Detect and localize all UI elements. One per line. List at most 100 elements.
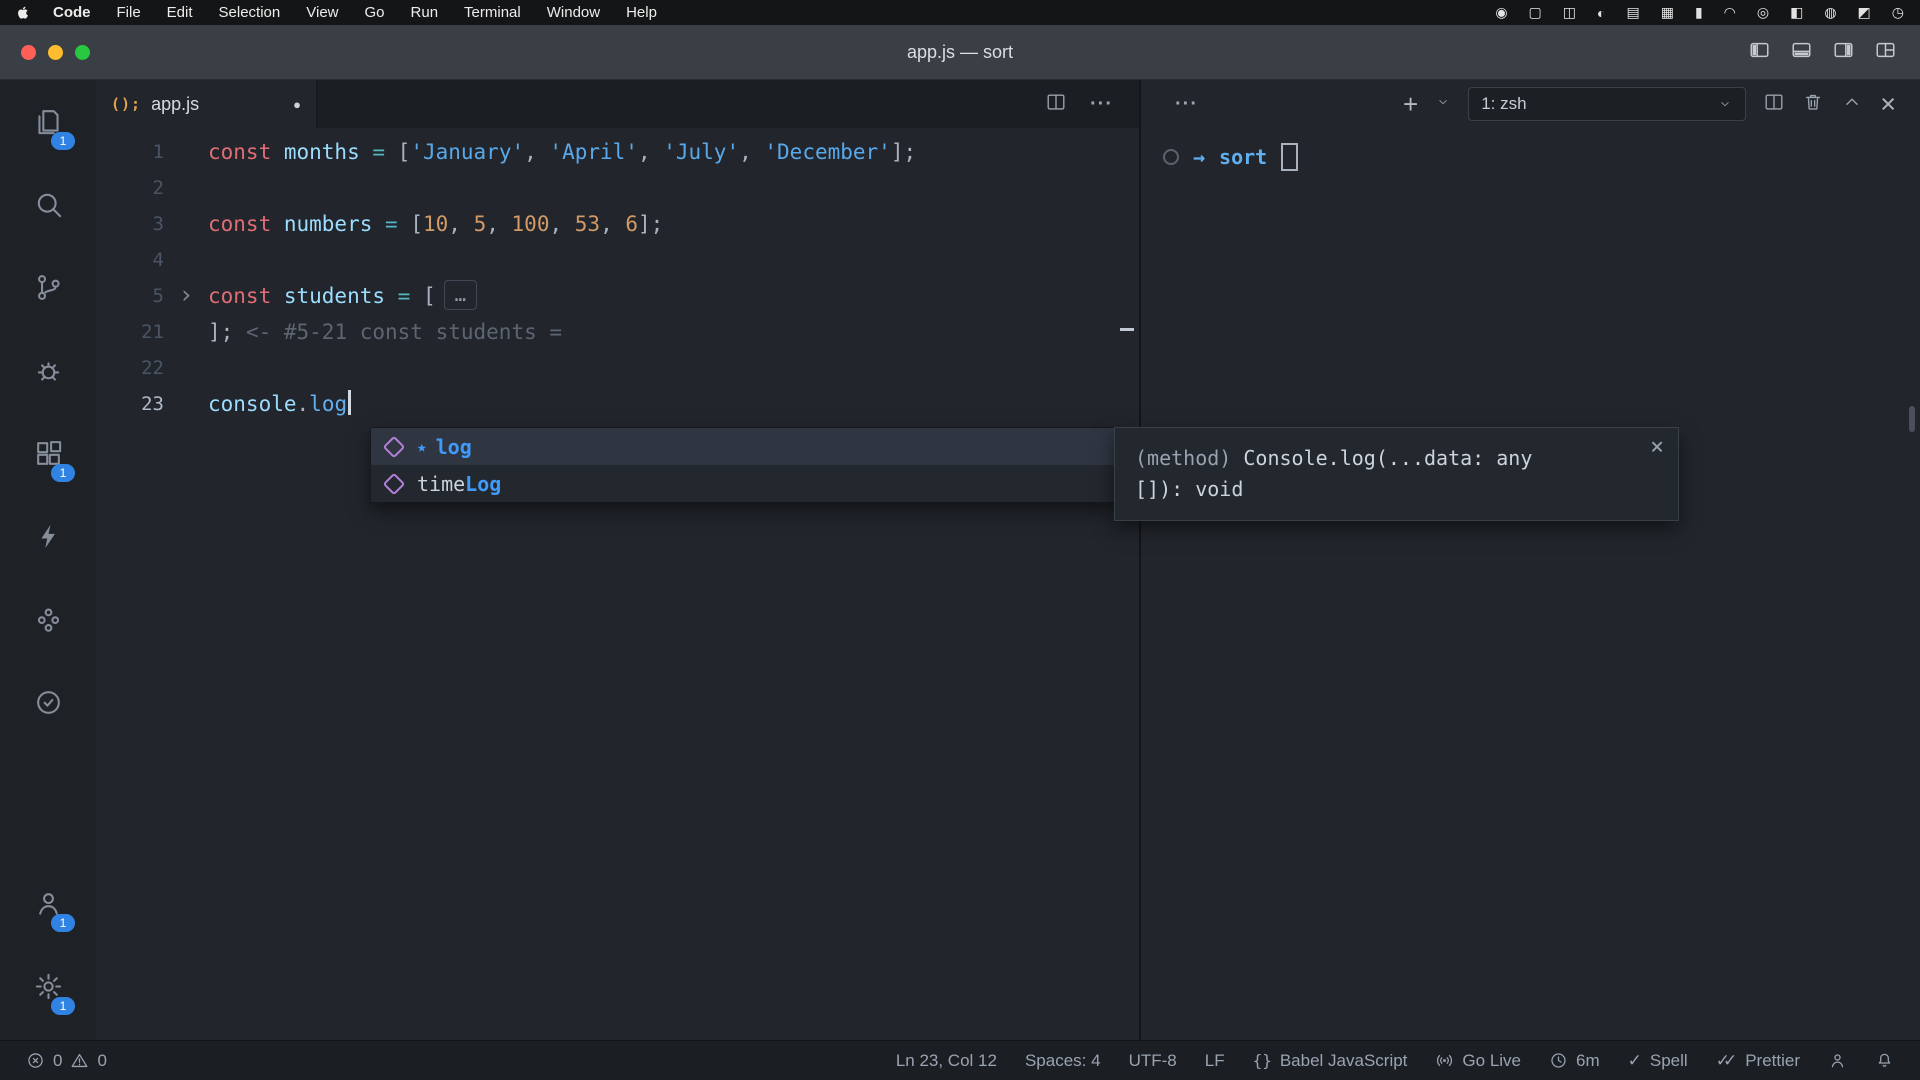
notifications[interactable] (1875, 1051, 1894, 1070)
menu-window[interactable]: Window (547, 4, 600, 21)
activity-explorer[interactable]: 1 (0, 80, 96, 163)
menu-file[interactable]: File (117, 4, 141, 21)
cursor-position[interactable]: Ln 23, Col 12 (896, 1051, 997, 1071)
menu-help[interactable]: Help (626, 4, 657, 21)
kill-terminal-icon[interactable] (1802, 91, 1824, 118)
control-center-icon[interactable]: ◧ (1790, 4, 1803, 21)
menu-terminal[interactable]: Terminal (464, 4, 521, 21)
editor[interactable]: 1const months = ['January', 'April', 'Ju… (96, 128, 1139, 1040)
code-text: ]; <- #5-21 const students = (208, 314, 1139, 350)
tab-appjs[interactable]: (); app.js ● (96, 80, 317, 128)
code-line-23[interactable]: 23console.log (96, 386, 1139, 422)
settings-badge: 1 (51, 997, 75, 1015)
suggest-details: × (method) Console.log(...data: any []):… (1114, 427, 1679, 521)
code-line-21[interactable]: 21]; <- #5-21 const students = (96, 314, 1139, 350)
activity-search[interactable] (0, 163, 96, 246)
folded-code-badge[interactable]: … (444, 280, 477, 310)
terminal-profile-label: 1: zsh (1481, 94, 1526, 114)
terminal-scrollbar[interactable] (1909, 406, 1915, 432)
suggest-item-timeLog[interactable]: timeLog (371, 465, 1115, 502)
activity-extensions[interactable]: 1 (0, 412, 96, 495)
eol-selector[interactable]: LF (1205, 1051, 1225, 1071)
prettier-status[interactable]: ✓✓ Prettier (1716, 1051, 1800, 1071)
suggest-label: log (436, 435, 472, 459)
suggest-list: ★logtimeLog (371, 428, 1115, 502)
activity-extension-b[interactable] (0, 661, 96, 744)
command-decoration-icon[interactable] (1163, 149, 1179, 165)
activity-source-control[interactable] (0, 246, 96, 329)
toggle-panel-icon[interactable] (1789, 39, 1814, 66)
stats-icon[interactable]: ◫ (1563, 4, 1576, 21)
activity-settings[interactable]: 1 (0, 945, 96, 1028)
activity-bar-bottom: 1 1 (0, 862, 96, 1040)
editor-scrollbar[interactable] (1117, 128, 1139, 1040)
toggle-secondary-sidebar-icon[interactable] (1831, 39, 1856, 66)
fold-gutter (164, 242, 208, 278)
display-icon[interactable]: ▢ (1529, 4, 1542, 21)
problems-status[interactable]: 0 0 (26, 1051, 107, 1071)
spell-checker[interactable]: ✓ Spell (1628, 1051, 1688, 1071)
fold-gutter (164, 206, 208, 242)
screen-mirroring-icon[interactable]: ◉ (1495, 4, 1507, 21)
terminal-profile-chevron-icon[interactable] (1435, 95, 1451, 114)
close-window-button[interactable] (21, 45, 36, 60)
stage-manager-icon[interactable]: ◩ (1858, 4, 1871, 21)
close-panel-icon[interactable]: × (1880, 91, 1896, 118)
battery-icon[interactable]: ▮ (1695, 4, 1703, 21)
siri-icon[interactable]: ◍ (1824, 4, 1836, 21)
go-live[interactable]: Go Live (1435, 1051, 1521, 1071)
minimize-window-button[interactable] (48, 45, 63, 60)
code-line-5[interactable]: 5›const students = [… (96, 278, 1139, 314)
activity-run-debug[interactable] (0, 329, 96, 412)
maximize-panel-icon[interactable] (1841, 91, 1863, 118)
code-line-22[interactable]: 22 (96, 350, 1139, 386)
menu-code[interactable]: Code (53, 4, 91, 21)
bell-icon (1875, 1051, 1894, 1070)
menu-selection[interactable]: Selection (219, 4, 281, 21)
keyboard-icon[interactable]: ▤ (1626, 4, 1639, 21)
encoding[interactable]: UTF-8 (1129, 1051, 1177, 1071)
code-line-2[interactable]: 2 (96, 170, 1139, 206)
fold-chevron-icon[interactable]: › (164, 278, 208, 314)
customize-layout-icon[interactable] (1873, 39, 1898, 66)
terminal-tabs-more-icon[interactable]: ··· (1175, 94, 1198, 114)
close-icon[interactable]: × (1650, 436, 1664, 459)
apple-menu-icon[interactable] (16, 5, 31, 20)
window-manager-icon[interactable]: ▦ (1661, 4, 1674, 21)
method-icon (383, 472, 406, 495)
zoom-window-button[interactable] (75, 45, 90, 60)
menu-edit[interactable]: Edit (167, 4, 193, 21)
more-actions-icon[interactable]: ··· (1090, 94, 1113, 114)
code-line-3[interactable]: 3const numbers = [10, 5, 100, 53, 6]; (96, 206, 1139, 242)
chevron-down-icon (1717, 97, 1733, 111)
timer[interactable]: 6m (1549, 1051, 1600, 1071)
indentation[interactable]: Spaces: 4 (1025, 1051, 1101, 1071)
terminal-cursor (1281, 143, 1298, 171)
person-status[interactable] (1828, 1051, 1847, 1070)
activity-thunder[interactable] (0, 495, 96, 578)
suggest-item-log[interactable]: ★log (371, 428, 1115, 465)
activity-accounts[interactable]: 1 (0, 862, 96, 945)
toggle-sidebar-icon[interactable] (1747, 39, 1772, 66)
layout-controls (1747, 39, 1898, 66)
terminal-profile-select[interactable]: 1: zsh (1468, 87, 1746, 121)
clock-icon[interactable]: ◷ (1892, 4, 1904, 21)
code-line-4[interactable]: 4 (96, 242, 1139, 278)
search-icon (33, 189, 64, 220)
menu-run[interactable]: Run (411, 4, 439, 21)
spotlight-icon[interactable]: ◎ (1757, 4, 1769, 21)
activity-extension-a[interactable] (0, 578, 96, 661)
new-terminal-icon[interactable]: + (1403, 91, 1418, 117)
window-titlebar: app.js — sort (0, 25, 1920, 80)
code-line-1[interactable]: 1const months = ['January', 'April', 'Ju… (96, 134, 1139, 170)
terminal[interactable]: → sort (1141, 128, 1920, 1040)
appearance-icon[interactable]: ◐ (1597, 5, 1605, 21)
clock-icon (1549, 1051, 1568, 1070)
menu-view[interactable]: View (306, 4, 338, 21)
wifi-icon[interactable]: ◠ (1724, 4, 1736, 21)
split-terminal-icon[interactable] (1763, 91, 1785, 118)
split-editor-icon[interactable] (1044, 91, 1068, 118)
menu-go[interactable]: Go (365, 4, 385, 21)
modified-dot-icon[interactable]: ● (293, 97, 301, 112)
language-mode[interactable]: {} Babel JavaScript (1253, 1051, 1408, 1071)
